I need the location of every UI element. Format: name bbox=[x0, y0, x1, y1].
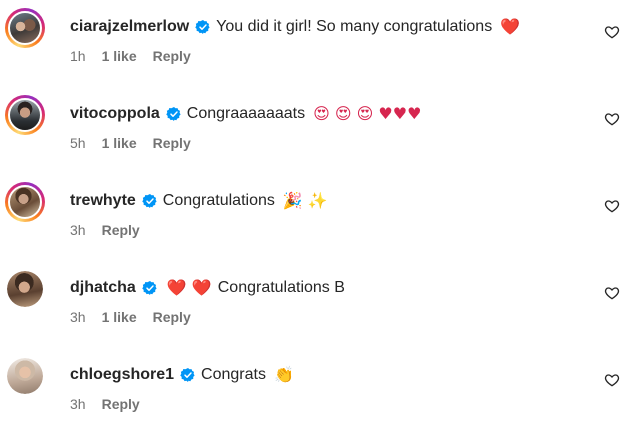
comment-body: chloegshore1 Congrats 👏 bbox=[70, 364, 294, 386]
verified-badge-icon bbox=[195, 20, 210, 34]
reply-button[interactable]: Reply bbox=[102, 396, 140, 412]
avatar[interactable] bbox=[5, 182, 45, 222]
avatar[interactable] bbox=[7, 271, 43, 307]
comment-body: vitocoppola Congraaaaaaats 😍 😍 😍 ♥♥♥ bbox=[70, 103, 421, 125]
avatar[interactable] bbox=[5, 8, 45, 48]
clapping-hands-emoji: 👏 bbox=[273, 365, 294, 384]
timestamp[interactable]: 1h bbox=[70, 48, 86, 64]
heart-outline-icon[interactable] bbox=[604, 372, 620, 388]
heart-outline-icon[interactable] bbox=[604, 198, 620, 214]
comment-text: You did it girl! So many congratulations bbox=[216, 18, 493, 35]
heart-emoji: ❤️ ❤️ bbox=[166, 278, 212, 297]
verified-badge-icon bbox=[142, 281, 157, 295]
comment-text: Congratulations bbox=[162, 192, 275, 209]
comment-meta: 1h 1 like Reply bbox=[70, 48, 191, 64]
timestamp[interactable]: 3h bbox=[70, 396, 86, 412]
heart-emoji: ❤️ bbox=[500, 17, 521, 36]
heart-eyes-emoji: 😍 😍 😍 ♥♥♥ bbox=[313, 104, 422, 123]
avatar-photo bbox=[7, 271, 43, 307]
reply-button[interactable]: Reply bbox=[153, 48, 191, 64]
verified-badge-icon bbox=[142, 194, 157, 208]
comment-item: ciarajzelmerlow You did it girl! So many… bbox=[0, 0, 634, 87]
comment-body: djhatcha ❤️ ❤️ Congratulations B bbox=[70, 277, 345, 299]
username[interactable]: trewhyte bbox=[70, 190, 136, 212]
avatar[interactable] bbox=[7, 358, 43, 394]
verified-badge-icon bbox=[180, 368, 195, 382]
likes-count[interactable]: 1 like bbox=[102, 135, 137, 151]
comment-meta: 3h Reply bbox=[70, 222, 140, 238]
avatar-photo bbox=[7, 358, 43, 394]
comment-text: Congraaaaaaats bbox=[186, 105, 306, 122]
reply-button[interactable]: Reply bbox=[153, 135, 191, 151]
heart-outline-icon[interactable] bbox=[604, 111, 620, 127]
reply-button[interactable]: Reply bbox=[102, 222, 140, 238]
comment-text: Congratulations B bbox=[217, 279, 345, 296]
timestamp[interactable]: 3h bbox=[70, 222, 86, 238]
verified-badge-icon bbox=[166, 107, 181, 121]
avatar[interactable] bbox=[5, 95, 45, 135]
comment-item: djhatcha ❤️ ❤️ Congratulations B 3h 1 li… bbox=[0, 261, 634, 348]
heart-outline-icon[interactable] bbox=[604, 24, 620, 40]
comment-meta: 3h 1 like Reply bbox=[70, 309, 191, 325]
comment-item: vitocoppola Congraaaaaaats 😍 😍 😍 ♥♥♥ 5h … bbox=[0, 87, 634, 174]
party-sparkles-emoji: 🎉 ✨ bbox=[282, 191, 328, 210]
avatar-photo bbox=[8, 98, 42, 132]
comment-meta: 3h Reply bbox=[70, 396, 140, 412]
username[interactable]: ciarajzelmerlow bbox=[70, 16, 189, 38]
username[interactable]: djhatcha bbox=[70, 277, 136, 299]
username[interactable]: chloegshore1 bbox=[70, 364, 174, 386]
timestamp[interactable]: 3h bbox=[70, 309, 86, 325]
likes-count[interactable]: 1 like bbox=[102, 309, 137, 325]
comment-meta: 5h 1 like Reply bbox=[70, 135, 191, 151]
avatar-photo bbox=[8, 11, 42, 45]
comment-item: trewhyte Congratulations 🎉 ✨ 3h Reply bbox=[0, 174, 634, 261]
timestamp[interactable]: 5h bbox=[70, 135, 86, 151]
username[interactable]: vitocoppola bbox=[70, 103, 160, 125]
likes-count[interactable]: 1 like bbox=[102, 48, 137, 64]
reply-button[interactable]: Reply bbox=[153, 309, 191, 325]
heart-outline-icon[interactable] bbox=[604, 285, 620, 301]
comment-body: ciarajzelmerlow You did it girl! So many… bbox=[70, 16, 520, 38]
comment-body: trewhyte Congratulations 🎉 ✨ bbox=[70, 190, 328, 212]
comment-item: chloegshore1 Congrats 👏 3h Reply bbox=[0, 348, 634, 435]
comment-text: Congrats bbox=[201, 366, 266, 383]
avatar-photo bbox=[8, 185, 42, 219]
